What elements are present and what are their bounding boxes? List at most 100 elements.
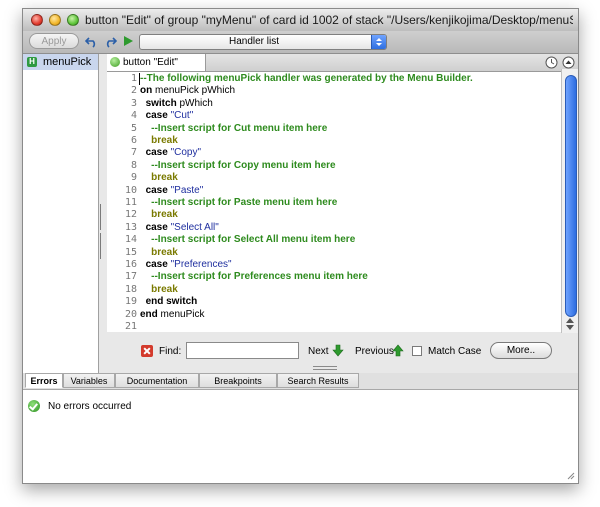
- code-line: break: [140, 209, 178, 220]
- title-bar[interactable]: button "Edit" of group "myMenu" of card …: [23, 9, 578, 32]
- script-tab-strip: button "Edit": [107, 54, 578, 72]
- code-token: --Insert script for Select All menu item…: [151, 234, 356, 246]
- line-number: 10: [124, 184, 137, 196]
- errors-message: No errors occurred: [48, 401, 132, 412]
- code-token: case: [145, 184, 168, 196]
- close-window-button[interactable]: [31, 14, 43, 26]
- find-label: Find:: [159, 346, 182, 357]
- line-number: 2: [130, 85, 137, 97]
- code-token: break: [151, 209, 178, 221]
- run-icon[interactable]: [121, 34, 135, 48]
- code-token: "Paste": [170, 184, 204, 196]
- find-bar: Find: Next Previous Match Case More..: [107, 341, 578, 365]
- handler-pane: H menuPick: [23, 54, 99, 374]
- code-line: break: [140, 284, 178, 295]
- code-token: case: [145, 110, 168, 122]
- line-number: 12: [124, 209, 137, 221]
- tab-search-results[interactable]: Search Results: [277, 373, 359, 388]
- handler-badge-icon: H: [27, 57, 37, 67]
- clock-icon[interactable]: [545, 56, 558, 69]
- resize-grip-icon[interactable]: [565, 470, 575, 480]
- code-token: pWhich: [176, 97, 213, 109]
- toolbar: Apply Handler list: [23, 31, 578, 54]
- more-button[interactable]: More..: [490, 342, 552, 359]
- code-token: --Insert script for Cut menu item here: [151, 122, 328, 134]
- undo-icon[interactable]: [85, 34, 99, 48]
- code-line: case "Preferences": [140, 259, 232, 270]
- checkmark-icon: [28, 400, 40, 412]
- code-line: --Insert script for Select All menu item…: [140, 234, 355, 245]
- scroll-down-icon[interactable]: [566, 325, 574, 330]
- line-number-gutter: 1 2 3 4 5 6 7 8 9 10 11 12 13 14 15 16 17 18 19 20 21: [107, 72, 137, 332]
- code-token: break: [151, 283, 178, 295]
- arrow-down-icon[interactable]: [332, 344, 344, 357]
- arrow-up-icon[interactable]: [392, 344, 404, 357]
- code-area[interactable]: --The following menuPick handler was gen…: [140, 72, 558, 332]
- line-number: 4: [130, 110, 137, 122]
- horizontal-splitter-handle[interactable]: [313, 366, 337, 370]
- line-number: 8: [130, 159, 137, 171]
- find-previous-label[interactable]: Previous: [355, 346, 394, 357]
- code-token: "Select All": [170, 221, 219, 233]
- code-line: case "Copy": [140, 147, 201, 158]
- code-token: menuPick pWhich: [152, 85, 236, 97]
- code-token: "Copy": [170, 147, 202, 159]
- vertical-splitter-handle[interactable]: [100, 204, 105, 259]
- code-token: "Cut": [170, 110, 194, 122]
- code-line: end switch: [140, 296, 198, 308]
- code-line: --Insert script for Preferences menu ite…: [140, 271, 368, 282]
- line-number: 9: [130, 172, 137, 184]
- handler-item-label: menuPick: [43, 56, 92, 68]
- code-token: "Preferences": [170, 259, 232, 270]
- editor-scrollbar[interactable]: [561, 69, 578, 333]
- redo-icon[interactable]: [103, 34, 117, 48]
- match-case-label[interactable]: Match Case: [428, 346, 481, 357]
- match-case-checkbox[interactable]: [412, 346, 422, 356]
- code-line: on menuPick pWhich: [140, 85, 235, 96]
- line-number: 19: [124, 296, 137, 308]
- select-arrows-icon: [371, 35, 386, 49]
- tab-button-edit[interactable]: button "Edit": [107, 54, 206, 71]
- tab-breakpoints[interactable]: Breakpoints: [199, 373, 277, 388]
- zoom-window-button[interactable]: [67, 14, 79, 26]
- code-line: break: [140, 135, 178, 146]
- apply-button[interactable]: Apply: [29, 33, 79, 49]
- code-token: menuPick: [157, 308, 205, 320]
- close-find-icon[interactable]: [141, 345, 153, 357]
- script-editor[interactable]: 1 2 3 4 5 6 7 8 9 10 11 12 13 14 15 16 17 18 19 20 21 --The …: [107, 72, 578, 332]
- code-line: end menuPick: [140, 309, 204, 320]
- line-number: 11: [124, 197, 137, 208]
- tab-variables[interactable]: Variables: [63, 373, 115, 388]
- code-token: end: [140, 308, 158, 320]
- find-input[interactable]: [186, 342, 299, 359]
- line-number: 1: [130, 73, 137, 84]
- window-title: button "Edit" of group "myMenu" of card …: [85, 13, 573, 27]
- code-token: break: [151, 246, 178, 258]
- handler-list-label: Handler list: [228, 36, 280, 47]
- find-next-label[interactable]: Next: [308, 346, 329, 357]
- handler-item-menupick[interactable]: H menuPick: [23, 54, 98, 70]
- minimize-window-button[interactable]: [49, 14, 61, 26]
- line-number: 15: [124, 246, 137, 258]
- scroll-up-icon[interactable]: [566, 318, 574, 323]
- tab-documentation[interactable]: Documentation: [115, 373, 199, 388]
- scrollbar-thumb[interactable]: [565, 75, 577, 317]
- bottom-tab-strip: Errors Variables Documentation Breakpoin…: [23, 373, 578, 389]
- handler-list-select[interactable]: Handler list: [139, 34, 387, 50]
- code-line: break: [140, 172, 178, 183]
- code-token: end switch: [145, 296, 198, 308]
- code-line: --Insert script for Copy menu item here: [140, 160, 335, 171]
- tab-errors[interactable]: Errors: [25, 373, 63, 388]
- collapse-up-icon[interactable]: [562, 56, 575, 69]
- script-editor-window: button "Edit" of group "myMenu" of card …: [22, 8, 579, 484]
- line-number: 17: [124, 271, 137, 283]
- script-status-icon: [110, 57, 120, 67]
- code-token: --Insert script for Paste menu item here: [151, 197, 338, 208]
- code-token: --The following menuPick handler was gen…: [140, 73, 473, 84]
- code-line: case "Select All": [140, 222, 219, 233]
